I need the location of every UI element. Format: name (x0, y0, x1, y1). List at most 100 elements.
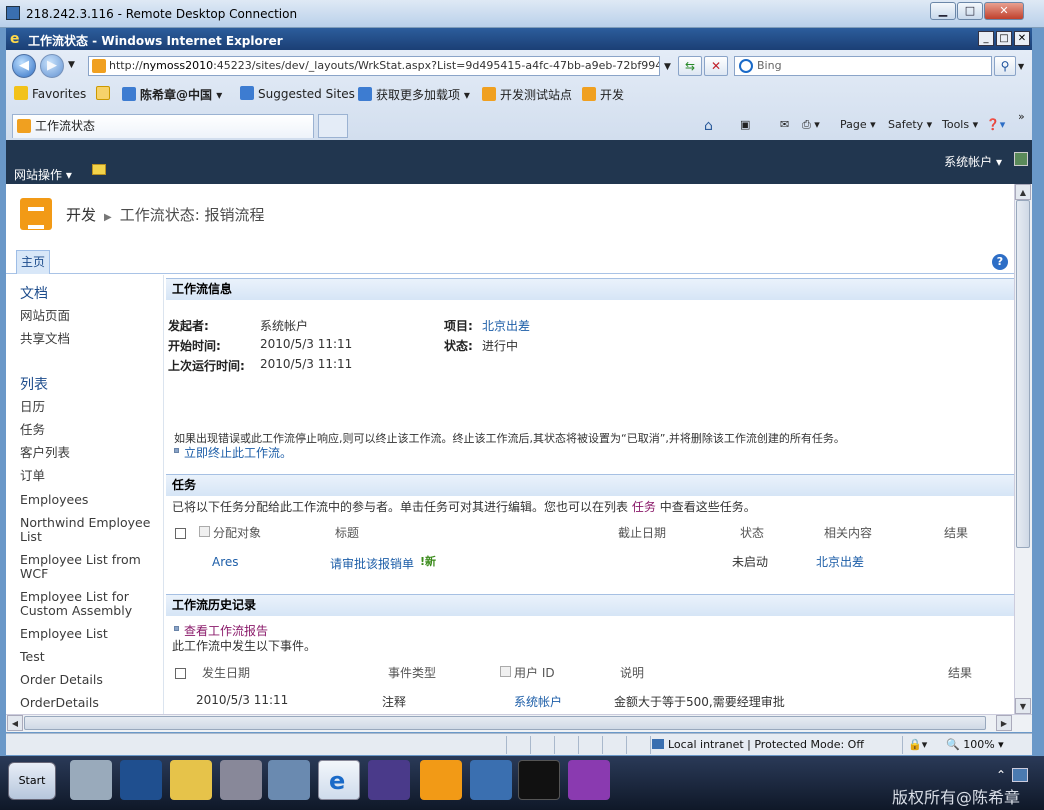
terminate-link[interactable]: 立即终止此工作流。 (184, 444, 292, 461)
refresh-icon[interactable]: ⇆ (678, 56, 702, 76)
fav-item-4[interactable]: 开发 (582, 86, 624, 103)
scroll-up-icon[interactable]: ▲ (1015, 184, 1031, 200)
task-assigned-link[interactable]: Ares (212, 555, 239, 569)
back-button[interactable]: ◀ (12, 54, 36, 78)
social-icon[interactable] (1014, 152, 1028, 166)
select-all-checkbox[interactable] (175, 528, 186, 539)
nav-item[interactable]: 日历 (20, 400, 160, 414)
address-bar[interactable]: http://nymoss2010:45223/sites/dev/_layou… (88, 56, 660, 76)
fav-item-1[interactable]: Suggested Sites ▾ (240, 86, 365, 101)
ie-taskbar-icon[interactable]: e (318, 760, 360, 800)
nav-item[interactable]: 订单 (20, 469, 160, 483)
tray-expand-icon[interactable]: ⌃ (996, 768, 1006, 782)
tools-menu[interactable]: Tools ▾ (942, 118, 978, 131)
explorer-icon[interactable] (170, 760, 212, 800)
ie-minimize-button[interactable]: _ (978, 31, 994, 46)
rdp-close-button[interactable]: ✕ (984, 2, 1024, 20)
rdp-minimize-button[interactable]: ▁ (930, 2, 956, 20)
sharepoint-designer-icon[interactable] (420, 760, 462, 800)
favorites-button[interactable]: Favorites (14, 86, 86, 101)
nav-item[interactable]: Employee List (20, 627, 160, 641)
nav-lists-header[interactable]: 列表 (20, 374, 48, 394)
nav-item[interactable]: OrderDetails (20, 696, 160, 710)
network-icon[interactable] (470, 760, 512, 800)
task-title-link[interactable]: 请审批该报销单 (330, 555, 414, 572)
server-manager-icon[interactable] (70, 760, 112, 800)
read-mail-icon[interactable]: ✉ (780, 118, 789, 131)
browser-tab[interactable]: 工作流状态 (12, 114, 314, 138)
tasks-list-link[interactable]: 任务 (632, 500, 656, 514)
protected-mode-icon[interactable]: 🔒▾ (908, 738, 927, 751)
col-outcome[interactable]: 结果 (944, 524, 968, 541)
nav-item[interactable]: 客户列表 (20, 446, 160, 460)
col-title[interactable]: 标题 (335, 524, 359, 541)
ie-close-button[interactable]: ✕ (1014, 31, 1030, 46)
nav-item[interactable]: 共享文档 (20, 332, 160, 346)
nav-item[interactable]: 网站页面 (20, 309, 160, 323)
nav-item[interactable]: Order Details (20, 673, 160, 687)
sp-help-icon[interactable]: ? (992, 254, 1008, 270)
search-options-icon[interactable]: ▼ (1018, 62, 1024, 71)
scroll-left-icon[interactable]: ◀ (7, 715, 23, 731)
scroll-down-icon[interactable]: ▼ (1015, 698, 1031, 714)
item-link[interactable]: 北京出差 (482, 317, 530, 334)
site-actions-menu[interactable]: 网站操作 ▾ (14, 166, 72, 183)
onenote-icon[interactable] (568, 760, 610, 800)
services-icon[interactable] (268, 760, 310, 800)
safety-menu[interactable]: Safety ▾ (888, 118, 932, 131)
network-tray-icon[interactable] (1012, 768, 1028, 782)
print-icon[interactable]: ⎙ ▾ (802, 118, 820, 132)
col-description[interactable]: 说明 (620, 664, 644, 681)
ie-restore-button[interactable]: □ (996, 31, 1012, 46)
rdp-maximize-button[interactable]: □ (957, 2, 983, 20)
col-assigned[interactable]: 分配对象 (213, 524, 261, 541)
navigate-up-icon[interactable] (92, 164, 106, 175)
search-input[interactable]: Bing (734, 56, 992, 76)
security-zone[interactable]: Local intranet | Protected Mode: Off (652, 738, 864, 751)
col-due[interactable]: 截止日期 (618, 524, 666, 541)
nav-item[interactable]: Employee List for Custom Assembly (20, 590, 160, 618)
forward-button[interactable]: ▶ (40, 54, 64, 78)
vertical-scroll-thumb[interactable] (1016, 200, 1030, 548)
tools-icon[interactable] (220, 760, 262, 800)
new-tab-button[interactable] (318, 114, 348, 138)
nav-documents-header[interactable]: 文档 (20, 283, 48, 303)
col-event-type[interactable]: 事件类型 (388, 664, 436, 681)
horizontal-scroll-thumb[interactable] (24, 716, 986, 730)
search-icon[interactable]: ⚲ (994, 56, 1016, 76)
help-icon[interactable]: ❓▾ (986, 118, 1005, 131)
scroll-right-icon[interactable]: ▶ (996, 715, 1012, 731)
col-related[interactable]: 相关内容 (824, 524, 872, 541)
zoom-level[interactable]: 🔍 100% ▾ (946, 738, 1004, 751)
powershell-icon[interactable] (120, 760, 162, 800)
history-select-all-checkbox[interactable] (175, 668, 186, 679)
visual-studio-icon[interactable] (368, 760, 410, 800)
feeds-icon[interactable]: ▣ (740, 118, 750, 131)
nav-item[interactable]: Test (20, 650, 160, 664)
fav-item-2[interactable]: 获取更多加载项 ▾ (358, 86, 470, 103)
breadcrumb-site[interactable]: 开发 (66, 206, 96, 224)
home-icon[interactable]: ⌂ (704, 118, 713, 134)
col-result[interactable]: 结果 (948, 664, 972, 681)
page-menu[interactable]: Page ▾ (840, 118, 876, 131)
toolbar-overflow-icon[interactable]: » (1018, 110, 1025, 123)
nav-item[interactable]: 任务 (20, 423, 160, 437)
address-dropdown-icon[interactable]: ▼ (664, 62, 671, 72)
history-user-link[interactable]: 系统帐户 (514, 693, 562, 710)
stop-icon[interactable]: ✕ (704, 56, 728, 76)
task-related-link[interactable]: 北京出差 (816, 553, 864, 570)
nav-item[interactable]: Northwind Employee List (20, 516, 160, 544)
history-dropdown-icon[interactable]: ▼ (68, 60, 75, 70)
start-button[interactable]: Start (8, 762, 56, 800)
col-date[interactable]: 发生日期 (202, 664, 250, 681)
cmd-icon[interactable] (518, 760, 560, 800)
col-user-id[interactable]: 用户 ID (514, 664, 555, 681)
col-status[interactable]: 状态 (740, 524, 764, 541)
fav-item-3[interactable]: 开发测试站点 (482, 86, 572, 103)
tab-home[interactable]: 主页 (16, 250, 50, 274)
add-favorite-icon[interactable] (96, 86, 114, 101)
fav-item-0[interactable]: 陈希章@中国 ▾ (122, 86, 222, 103)
account-menu[interactable]: 系统帐户 ▾ (944, 153, 1002, 170)
nav-item[interactable]: Employee List from WCF (20, 553, 160, 581)
nav-item[interactable]: Employees (20, 493, 160, 507)
